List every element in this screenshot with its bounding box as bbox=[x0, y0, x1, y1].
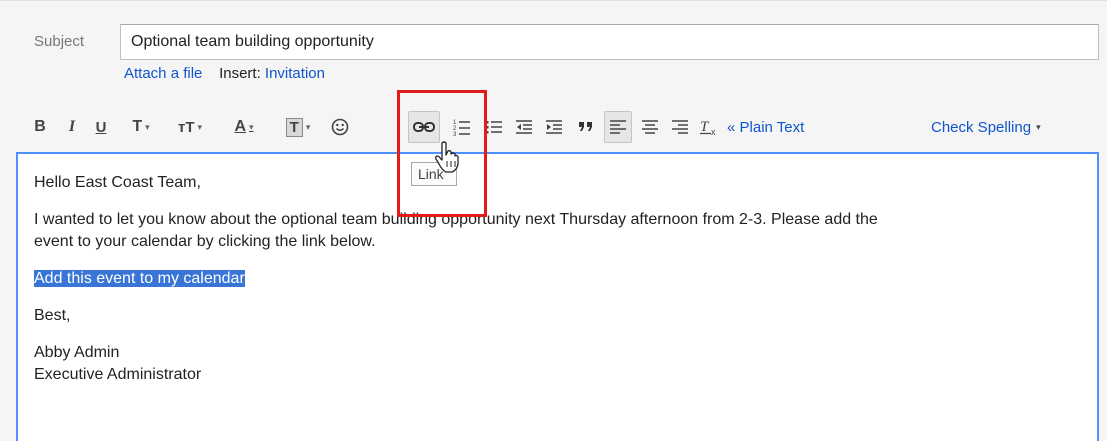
insert-invitation-link[interactable]: Invitation bbox=[265, 65, 325, 82]
italic-icon: I bbox=[68, 118, 76, 135]
align-left-icon bbox=[610, 120, 626, 134]
selected-link-text[interactable]: Add this event to my calendar bbox=[34, 270, 245, 287]
remove-formatting-button[interactable]: Tx bbox=[698, 111, 722, 143]
bold-button[interactable]: B bbox=[30, 111, 50, 143]
signature-title: Executive Administrator bbox=[34, 366, 202, 383]
svg-text:T: T bbox=[700, 119, 710, 135]
svg-text:x: x bbox=[711, 127, 716, 136]
formatting-toolbar: B I U T ▾ тT ▾ A ▾ T ▾ 123 T x « Plain T… bbox=[24, 111, 1094, 147]
text-color-button[interactable]: A ▾ bbox=[222, 111, 266, 143]
underline-button[interactable]: U bbox=[90, 111, 112, 143]
align-right-button[interactable] bbox=[668, 111, 692, 143]
check-spelling-label: Check Spelling bbox=[931, 118, 1032, 136]
align-left-button[interactable] bbox=[604, 111, 632, 143]
font-size-icon: тT bbox=[177, 118, 195, 136]
plain-text-link[interactable]: « Plain Text bbox=[727, 111, 847, 143]
subject-label: Subject bbox=[34, 33, 85, 50]
chevron-down-icon: ▾ bbox=[145, 121, 150, 132]
font-family-button[interactable]: T ▾ bbox=[122, 111, 160, 143]
check-spelling-button[interactable]: Check Spelling ▾ bbox=[931, 111, 1081, 143]
emoji-icon bbox=[331, 118, 349, 136]
link-icon bbox=[413, 122, 435, 132]
compose-panel: Subject Attach a file Insert: Invitation… bbox=[0, 0, 1107, 441]
greeting-text: Hello East Coast Team, bbox=[34, 174, 201, 191]
align-right-icon bbox=[672, 120, 688, 134]
text-color-icon: A bbox=[234, 118, 247, 135]
subject-input[interactable] bbox=[120, 24, 1099, 60]
chevron-down-icon: ▾ bbox=[1036, 121, 1041, 132]
indent-less-button[interactable] bbox=[512, 111, 536, 143]
indent-more-icon bbox=[546, 120, 562, 134]
font-size-button[interactable]: тT ▾ bbox=[168, 111, 212, 143]
attach-row: Attach a file Insert: Invitation bbox=[124, 65, 325, 82]
body-paragraph-line-1: I wanted to let you know about the optio… bbox=[34, 211, 878, 228]
font-icon: T bbox=[132, 118, 143, 135]
quote-icon bbox=[579, 122, 592, 131]
mouse-pointer-icon bbox=[435, 141, 459, 173]
svg-text:3: 3 bbox=[453, 132, 457, 136]
align-center-icon bbox=[642, 120, 658, 134]
remove-formatting-icon: Tx bbox=[700, 119, 716, 136]
chevron-down-icon: ▾ bbox=[197, 121, 203, 132]
indent-less-icon bbox=[516, 120, 532, 134]
signature-name: Abby Admin bbox=[34, 344, 120, 361]
background-color-icon: T bbox=[285, 117, 303, 137]
chevron-down-icon: ▾ bbox=[305, 121, 311, 132]
numbered-list-icon: 123 bbox=[453, 120, 470, 136]
quote-button[interactable] bbox=[575, 111, 597, 143]
underline-icon: U bbox=[95, 118, 107, 136]
bold-icon: B bbox=[34, 118, 46, 135]
emoji-button[interactable] bbox=[328, 111, 352, 143]
bulleted-list-button[interactable] bbox=[482, 111, 506, 143]
indent-more-button[interactable] bbox=[542, 111, 566, 143]
align-center-button[interactable] bbox=[638, 111, 662, 143]
subject-row: Subject bbox=[0, 21, 1107, 61]
insert-label: Insert: bbox=[219, 65, 261, 82]
attach-file-link[interactable]: Attach a file bbox=[124, 65, 202, 82]
chevron-down-icon: ▾ bbox=[249, 121, 254, 132]
plain-text-label: « Plain Text bbox=[727, 118, 805, 136]
highlight-color-button[interactable]: T ▾ bbox=[276, 111, 320, 143]
body-paragraph-line-2: event to your calendar by clicking the l… bbox=[34, 233, 376, 250]
message-body-editor[interactable]: Hello East Coast Team, I wanted to let y… bbox=[16, 152, 1099, 441]
closing-text: Best, bbox=[34, 307, 71, 324]
bulleted-list-icon bbox=[486, 121, 502, 134]
italic-button[interactable]: I bbox=[62, 111, 82, 143]
